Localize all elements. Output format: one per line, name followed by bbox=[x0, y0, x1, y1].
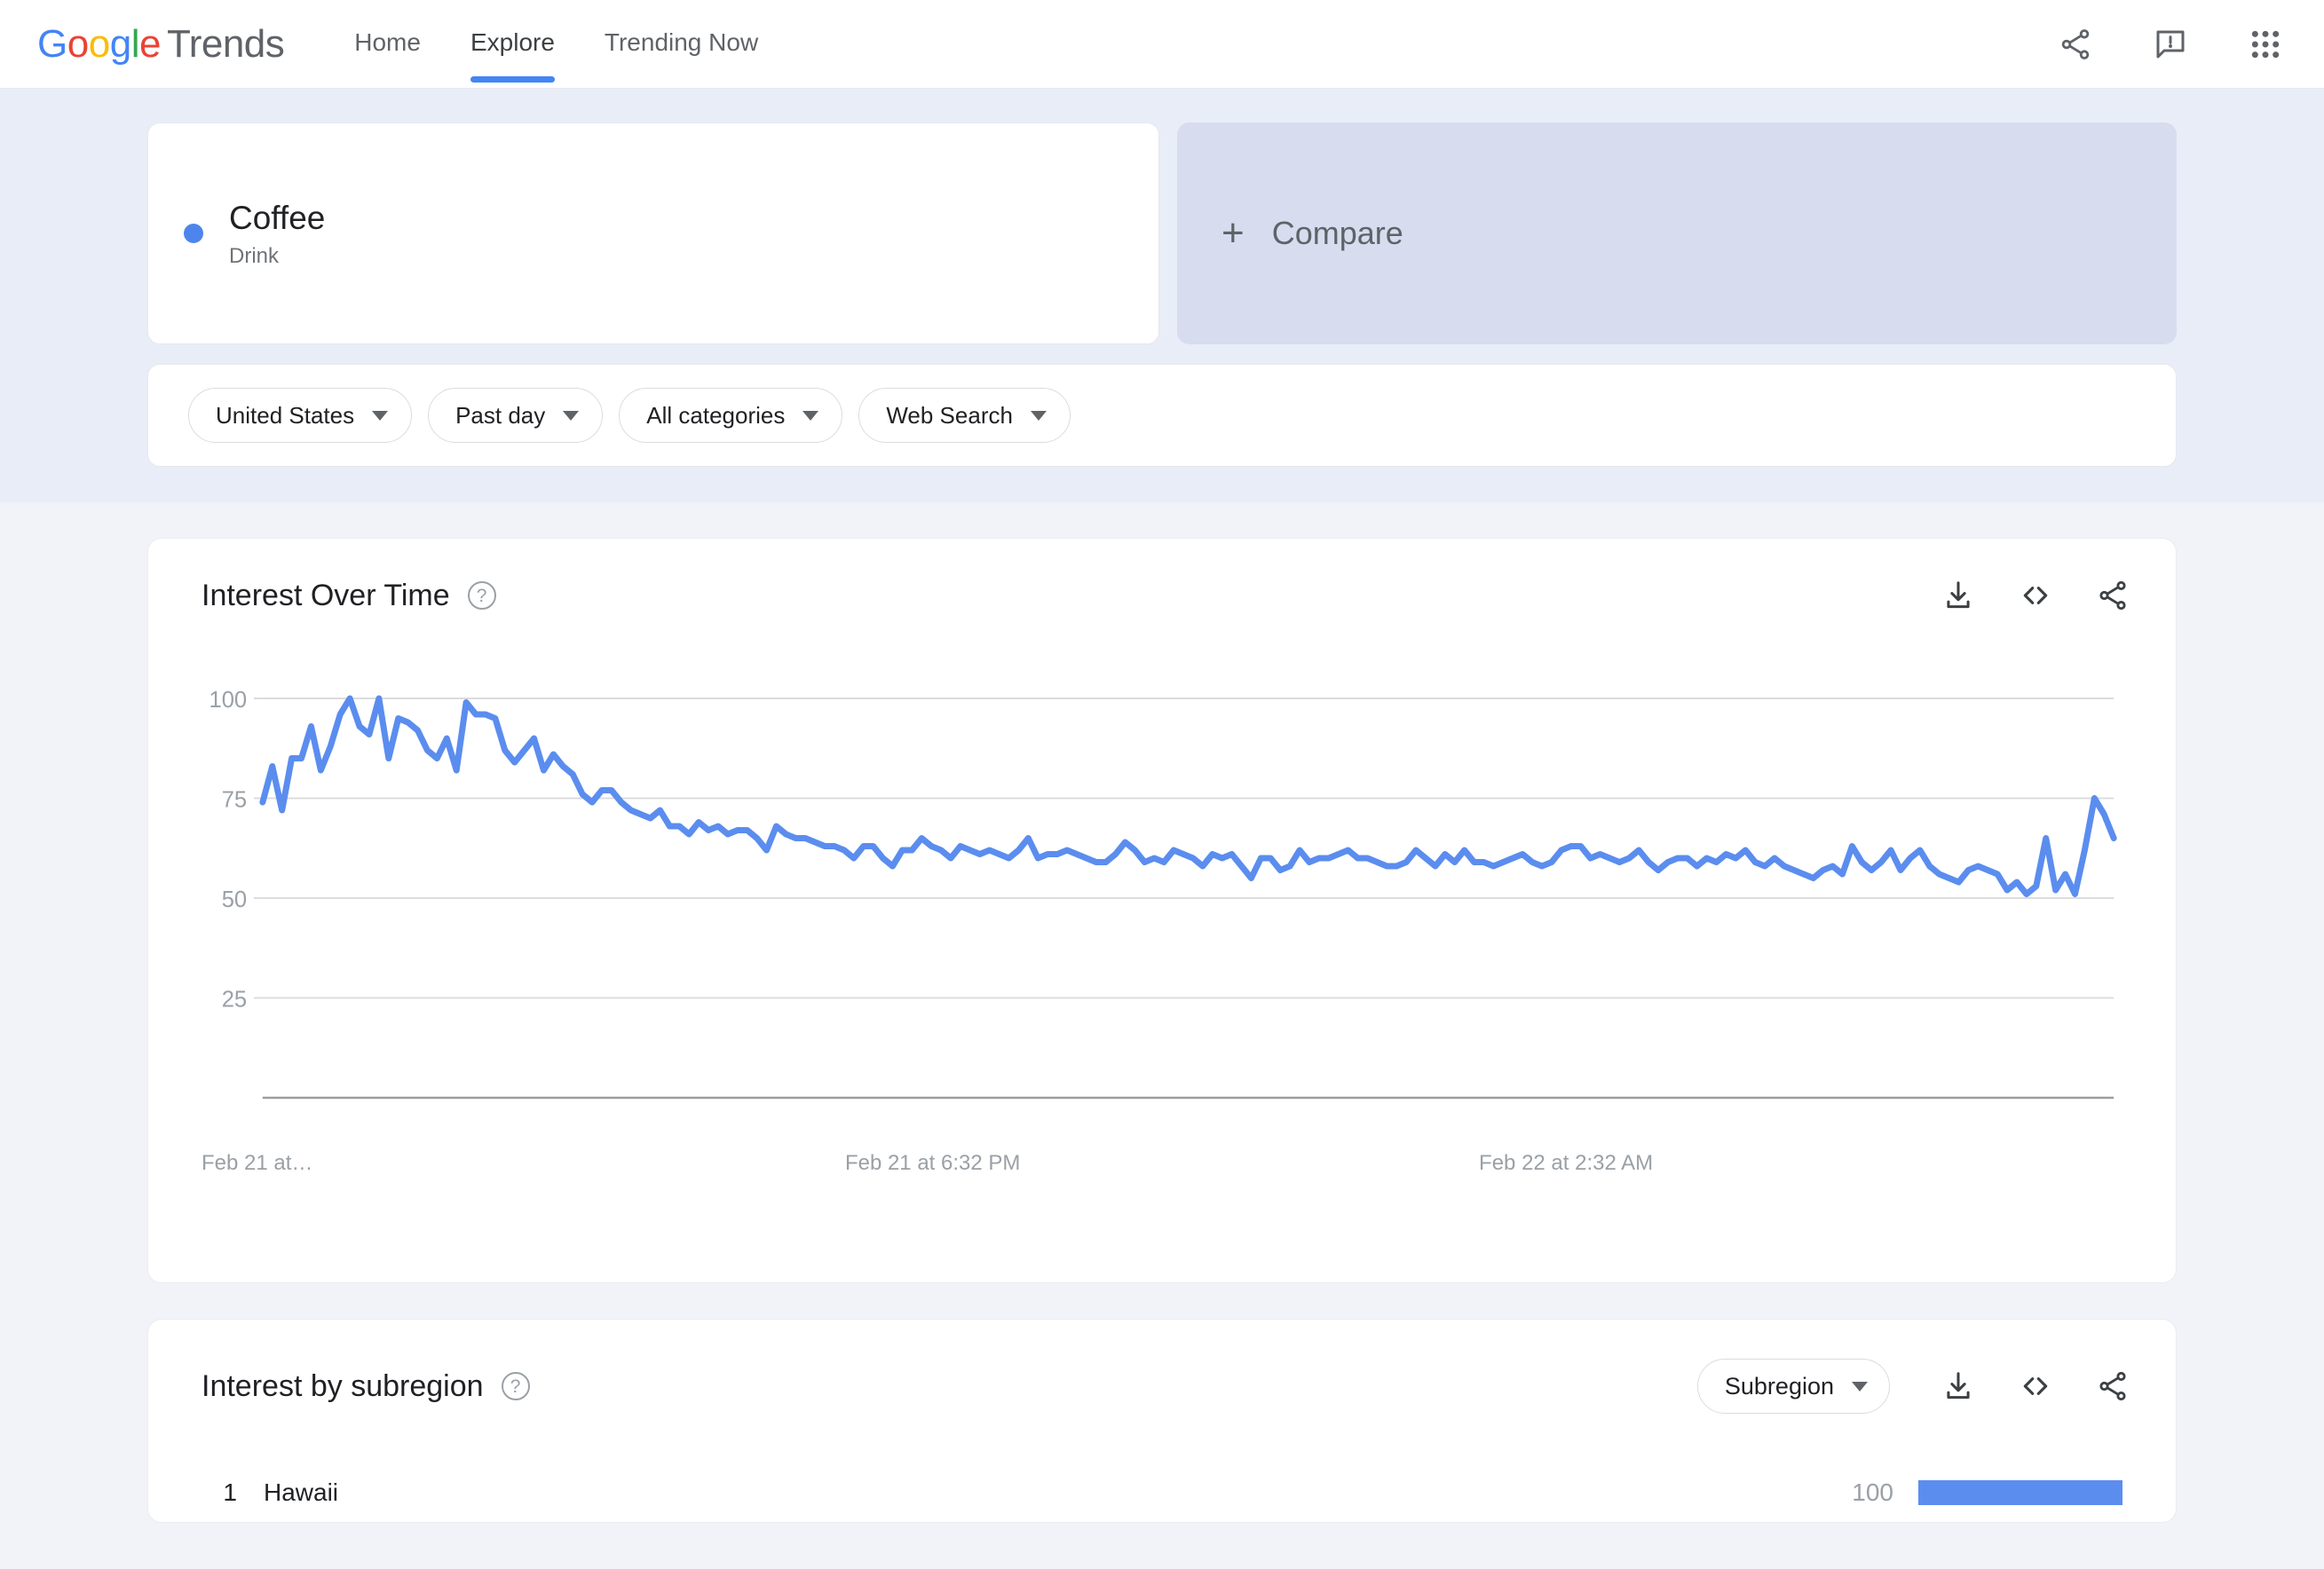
chart-series-line bbox=[263, 698, 2114, 895]
search-term-card[interactable]: Coffee Drink bbox=[147, 122, 1159, 344]
region-rank: 1 bbox=[223, 1478, 237, 1506]
interest-over-time-chart[interactable]: 25 50 75 100 bbox=[202, 654, 2122, 1151]
google-trends-logo[interactable]: Go o g l e Trends bbox=[37, 21, 285, 67]
search-terms-row: Coffee Drink + Compare bbox=[147, 122, 2177, 344]
compare-label: Compare bbox=[1271, 215, 1403, 251]
subregion-dropdown[interactable]: Subregion bbox=[1696, 1359, 1890, 1414]
main-nav: Home Explore Trending Now bbox=[354, 0, 808, 88]
help-icon[interactable]: ? bbox=[501, 1372, 530, 1400]
series-color-dot bbox=[184, 224, 203, 243]
download-icon[interactable] bbox=[1941, 1369, 1975, 1403]
category-filter-label: All categories bbox=[646, 401, 786, 429]
chevron-down-icon bbox=[563, 410, 580, 421]
chevron-down-icon bbox=[802, 410, 819, 421]
region-value: 100 bbox=[1852, 1478, 1893, 1506]
plus-icon: + bbox=[1221, 211, 1245, 255]
query-band: Coffee Drink + Compare United States Pas… bbox=[0, 89, 2324, 502]
svg-text:25: 25 bbox=[222, 987, 247, 1012]
region-name: Hawaii bbox=[264, 1478, 339, 1506]
interest-over-time-actions bbox=[1941, 578, 2130, 613]
chart-x-tick-label: Feb 21 at 6:32 PM bbox=[844, 1151, 1021, 1175]
share-icon[interactable] bbox=[2058, 27, 2093, 62]
filters-bar: United States Past day All categories We… bbox=[147, 364, 2177, 467]
chevron-down-icon bbox=[1030, 410, 1047, 421]
page-title-interest-over-time: Interest Over Time bbox=[202, 578, 450, 612]
page-title-interest-by-subregion: Interest by subregion bbox=[202, 1368, 484, 1403]
embed-code-icon[interactable] bbox=[2018, 578, 2053, 613]
nav-item-home[interactable]: Home bbox=[354, 0, 421, 88]
chevron-down-icon bbox=[1852, 1381, 1868, 1392]
topbar-actions bbox=[2058, 26, 2283, 63]
logo-trends-text: Trends bbox=[166, 21, 285, 66]
nav-item-trending-now[interactable]: Trending Now bbox=[605, 0, 758, 88]
interest-over-time-panel: Interest Over Time ? 25 50 75 100 Feb 21… bbox=[147, 538, 2177, 1283]
help-icon[interactable]: ? bbox=[467, 581, 496, 610]
svg-text:100: 100 bbox=[209, 688, 248, 713]
search-term-title: Coffee bbox=[229, 200, 326, 237]
location-filter-label: United States bbox=[216, 401, 355, 429]
apps-grid-icon[interactable] bbox=[2248, 27, 2283, 62]
top-navigation-bar: Go o g l e Trends Home Explore Trending Now bbox=[0, 0, 2324, 89]
time-filter[interactable]: Past day bbox=[428, 388, 604, 443]
search-term-subtitle: Drink bbox=[229, 243, 280, 268]
subregion-list: 1 Hawaii 100 bbox=[148, 1463, 2176, 1522]
search-type-filter-label: Web Search bbox=[886, 401, 1013, 429]
subregion-dropdown-label: Subregion bbox=[1724, 1372, 1834, 1399]
svg-text:75: 75 bbox=[222, 787, 247, 812]
content-area: Interest Over Time ? 25 50 75 100 Feb 21… bbox=[0, 538, 2324, 1523]
compare-card[interactable]: + Compare bbox=[1177, 122, 2177, 344]
table-row[interactable]: 1 Hawaii 100 bbox=[202, 1463, 2122, 1522]
time-filter-label: Past day bbox=[455, 401, 546, 429]
interest-by-subregion-actions: Subregion bbox=[1696, 1359, 2130, 1414]
nav-item-explore[interactable]: Explore bbox=[470, 0, 555, 88]
chart-x-axis-labels: Feb 21 at… Feb 21 at 6:32 PM Feb 22 at 2:3… bbox=[202, 1151, 2122, 1187]
category-filter[interactable]: All categories bbox=[619, 388, 843, 443]
embed-code-icon[interactable] bbox=[2018, 1368, 2053, 1404]
line-chart-svg: 25 50 75 100 bbox=[209, 688, 2122, 1100]
download-icon[interactable] bbox=[1941, 579, 1975, 612]
feedback-icon[interactable] bbox=[2152, 26, 2189, 63]
region-bar-track bbox=[1918, 1480, 2122, 1505]
share-icon[interactable] bbox=[2096, 1369, 2130, 1403]
share-icon[interactable] bbox=[2096, 579, 2130, 612]
chevron-down-icon bbox=[372, 410, 389, 421]
search-type-filter[interactable]: Web Search bbox=[858, 388, 1071, 443]
interest-by-subregion-panel: Interest by subregion ? Subregion 1 Hawa… bbox=[147, 1319, 2177, 1523]
location-filter[interactable]: United States bbox=[188, 388, 413, 443]
region-bar bbox=[1918, 1480, 2122, 1505]
chart-x-tick-label: Feb 22 at 2:32 AM bbox=[1479, 1151, 1654, 1175]
svg-text:50: 50 bbox=[222, 887, 247, 912]
chart-x-tick-label: Feb 21 at… bbox=[202, 1151, 313, 1175]
